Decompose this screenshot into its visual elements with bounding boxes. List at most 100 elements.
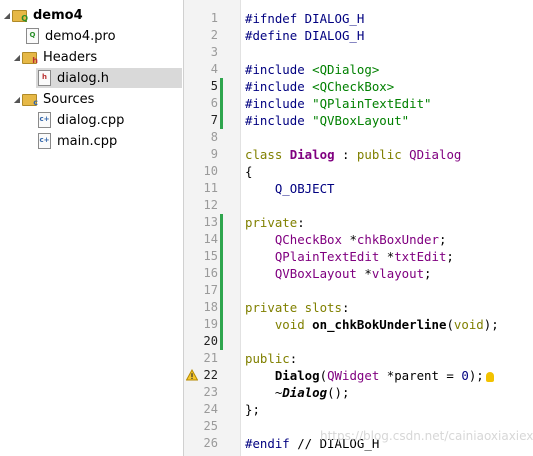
project-folder-icon: Q [12,7,28,23]
code-token: : [334,147,357,162]
tree-item-label: main.cpp [57,133,118,149]
line-number: 2 [210,28,218,42]
code-token: "QVBoxLayout" [312,113,410,128]
tree-item-dialog-cpp[interactable]: c+ dialog.cpp [36,110,180,130]
lightbulb-icon[interactable] [485,371,494,382]
expand-arrow-icon[interactable]: ◢ [12,95,22,104]
code-line: void on_chkBokUnderline(void); [245,316,499,333]
tree-item-dialog-h[interactable]: h dialog.h [36,68,182,88]
headers-folder-icon: h [22,49,38,65]
code-token: vlayout [371,266,425,281]
code-token: (); [327,385,350,400]
tree-item-label: demo4.pro [45,28,116,44]
line-number: 6 [210,96,218,110]
line-number: 23 [203,385,218,399]
line-number: 4 [210,62,218,76]
line-number: 12 [203,198,218,212]
tree-item-sources[interactable]: ◢ c Sources [12,89,180,109]
cpp-file-icon: c+ [36,112,52,128]
tree-item-main-cpp[interactable]: c+ main.cpp [36,131,180,151]
code-line: #include "QPlainTextEdit" [245,95,432,112]
line-number: 18 [203,300,218,314]
code-token: private [245,215,298,230]
code-token: private slots [245,300,342,315]
tree-item-label: demo4 [33,7,83,23]
tree-item-label: dialog.h [57,70,110,86]
code-line: private slots: [245,299,349,316]
code-line: #include <QDialog> [245,61,379,78]
code-token: * [379,249,395,264]
code-token: #endif [245,436,298,451]
line-number: 14 [203,232,218,246]
line-number-gutter[interactable]: 1 2 3 4 5 6 7 8 9 10 11 12 13 14 15 16 17 18 19 20 21 22 23 24 2… [184,0,241,456]
code-token: ~ [245,385,283,400]
expand-arrow-icon[interactable]: ◢ [2,11,12,20]
code-token: QDialog [409,147,462,162]
code-token: * [356,266,372,281]
code-token: Dialog [282,385,328,400]
line-number: 8 [210,130,218,144]
code-token: ( [446,317,454,332]
code-token: <QDialog> [312,62,380,77]
code-token: ); [468,368,484,383]
code-line: ~Dialog(); [245,384,350,401]
code-token: QPlainTextEdit [245,249,380,264]
tree-item-headers[interactable]: ◢ h Headers [12,47,180,67]
tree-item-label: dialog.cpp [57,112,125,128]
change-marker [220,78,223,129]
code-editor[interactable]: #ifndef DIALOG_H #define DIALOG_H #include… [241,0,533,456]
code-token: Dialog [274,368,320,383]
code-token: : [297,215,305,230]
code-token: QVBoxLayout [245,266,357,281]
line-number: 13 [203,215,218,229]
code-token: class [245,147,290,162]
code-token: ( [319,368,328,383]
code-line: Q_OBJECT [245,180,335,197]
expand-arrow-icon[interactable]: ◢ [12,53,22,62]
code-line: }; [245,401,260,418]
code-token: #include [245,79,313,94]
line-number: 3 [210,45,218,59]
code-token: chkBoxUnder [356,232,439,247]
code-token: #include [245,62,313,77]
code-token: { [245,164,253,179]
sources-folder-icon: c [22,91,38,107]
code-token: public [245,351,290,366]
code-line: class Dialog : public QDialog [245,146,461,163]
line-number: 20 [203,334,218,348]
code-token: }; [245,402,260,417]
code-token: ; [424,266,432,281]
cpp-file-icon: c+ [36,133,52,149]
tree-item-project-root[interactable]: ◢ Q demo4 [2,5,180,25]
code-line: Dialog(QWidget *parent = 0); [245,367,494,384]
warning-icon[interactable] [186,369,198,381]
code-token: txtEdit [394,249,447,264]
line-number: 16 [203,266,218,280]
header-file-icon: h [36,70,52,86]
code-line: #ifndef DIALOG_H [245,10,364,27]
line-number: 9 [210,147,218,161]
code-token: ; [446,249,454,264]
line-number: 10 [203,164,218,178]
tree-item-demo4-pro[interactable]: Q demo4.pro [24,26,180,46]
code-token: #include [245,96,313,111]
line-number: 11 [203,181,218,195]
code-line: QVBoxLayout *vlayout; [245,265,432,282]
line-number: 21 [203,351,218,365]
pro-file-icon: Q [24,28,40,44]
code-token: QCheckBox [245,232,342,247]
code-token: ; [438,232,447,247]
line-number: 19 [203,317,218,331]
code-line: #include "QVBoxLayout" [245,112,409,129]
code-token: #include [245,113,313,128]
code-line: QCheckBox *chkBoxUnder; [245,231,447,248]
line-number: 25 [203,419,218,433]
code-token: 0 [461,368,469,383]
change-marker [220,214,223,350]
line-number: 15 [203,249,218,263]
code-token: Dialog [289,147,335,162]
code-token: * [341,232,357,247]
tree-item-label: Headers [43,49,98,65]
